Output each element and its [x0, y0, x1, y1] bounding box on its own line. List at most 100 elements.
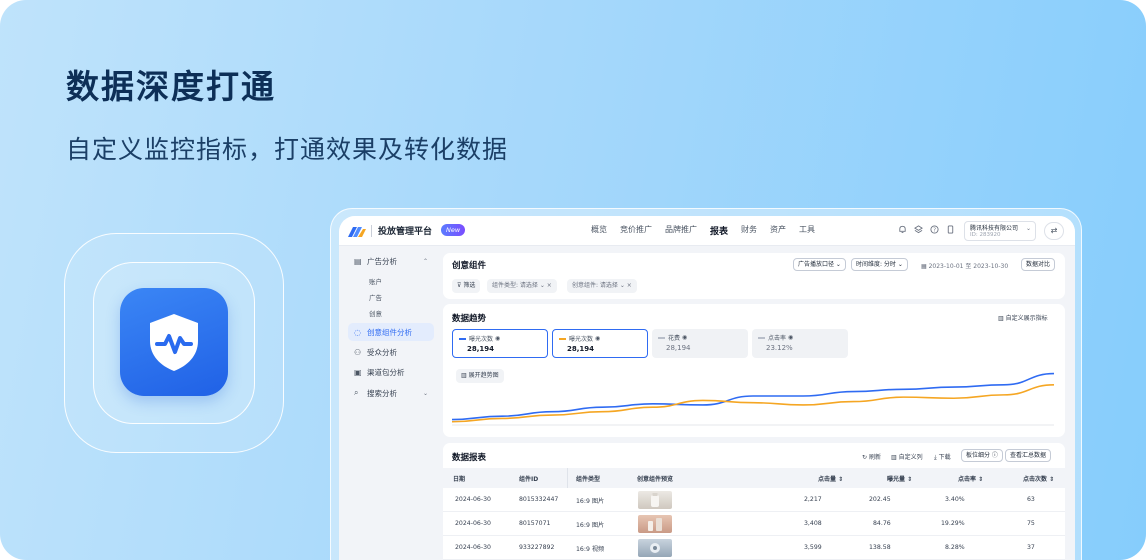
sidebar: ▤ 广告分析 ⌃ 账户 广告 创意 ◌ 创意组件分析 ⚇ 受众分析 ▣ 渠道包分…	[339, 246, 439, 560]
cell-clicks: 3,408	[804, 520, 822, 527]
custom-columns-label: 自定义列	[898, 454, 923, 461]
swap-icon[interactable]: ⇄	[1044, 222, 1064, 240]
table-row[interactable]: 2024-06-30 80157071 16:9 图片 3,408 84.76 …	[443, 512, 1065, 536]
phone-icon[interactable]	[945, 225, 955, 235]
account-switcher[interactable]: 腾讯科技有限公司 ID: 283920 ⌄	[964, 221, 1036, 241]
creative-component-chip[interactable]: 创意组件: 请选择 ⌄ ×	[567, 279, 637, 293]
account-id: ID: 283920	[970, 232, 1001, 238]
cell-id: 933227892	[519, 544, 555, 551]
custom-columns-button[interactable]: ▥ 自定义列	[891, 452, 923, 461]
column-header-impressions-label: 曝光量	[887, 476, 906, 483]
columns-icon: ▥	[891, 454, 899, 461]
sidebar-subitem-account[interactable]: 账户	[369, 276, 382, 286]
table-header: 日期 组件ID 组件类型 创意组件预览 点击量 ⇕ 曝光量 ⇕ 点击率 ⇕ 点击…	[443, 468, 1065, 488]
granularity-dropdown[interactable]: 时间维度: 分时 ⌄	[851, 258, 908, 271]
filter-title: 创意组件	[452, 261, 487, 271]
slot-breakdown-button[interactable]: 板位细分 ⓘ	[961, 449, 1003, 462]
help-icon[interactable]: ?	[929, 225, 939, 235]
granularity-dropdown-label: 时间维度: 分时	[856, 261, 896, 268]
sidebar-subitem-creative[interactable]: 创意	[369, 308, 382, 318]
summary-data-button[interactable]: 查看汇总数据	[1005, 449, 1052, 462]
top-bar: 投放管理平台 New 概览 竞价推广 品牌推广 报表 财务 资产 工具 ? 腾讯…	[339, 216, 1075, 246]
table-row[interactable]: 2024-06-30 8015332447 16:9 图片 2,217 202.…	[443, 488, 1065, 512]
column-header-id[interactable]: 组件ID	[519, 474, 538, 483]
cell-impressions: 202.45	[869, 496, 891, 503]
new-badge: New	[441, 224, 466, 236]
trend-title: 数据趋势	[452, 314, 487, 324]
sidebar-subitem-ad[interactable]: 广告	[369, 292, 382, 302]
column-header-date[interactable]: 日期	[453, 474, 465, 483]
table-row[interactable]: 2024-06-30 933227892 16:9 视频 3,599 138.5…	[443, 536, 1065, 560]
creative-thumbnail[interactable]	[638, 491, 672, 509]
nav-item-assets[interactable]: 资产	[770, 224, 786, 237]
svg-text:?: ?	[933, 227, 936, 233]
sidebar-item-label: 创意组件分析	[367, 327, 412, 337]
slot-breakdown-label: 板位细分	[966, 452, 991, 459]
series-line-2	[452, 384, 1054, 423]
compare-button-label: 数据对比	[1026, 261, 1051, 268]
caliber-dropdown[interactable]: 广告播放口径 ⌄	[793, 258, 846, 271]
metric-card[interactable]: 曝光次数 ◉ 28,194	[452, 329, 548, 358]
account-name: 腾讯科技有限公司	[970, 225, 1019, 232]
sidebar-item-audience[interactable]: ⚇ 受众分析	[348, 343, 434, 361]
metric-label: 点击率	[768, 335, 787, 342]
filter-button-label: 筛选	[463, 282, 476, 289]
nav-item-finance[interactable]: 财务	[741, 224, 757, 237]
cell-ctr: 3.40%	[945, 496, 965, 503]
metric-value: 28,194	[567, 345, 595, 353]
compare-button[interactable]: 数据对比	[1021, 258, 1056, 271]
component-type-chip[interactable]: 组件类型: 请选择 ⌄ ×	[487, 279, 557, 293]
nav-item-bidding[interactable]: 竞价推广	[620, 224, 652, 237]
sidebar-item-ad-analysis[interactable]: ▤ 广告分析 ⌃	[348, 252, 434, 270]
refresh-button[interactable]: ↻ 刷新	[862, 452, 881, 461]
metric-label: 曝光次数	[469, 336, 494, 343]
sidebar-item-creative-component[interactable]: ◌ 创意组件分析	[348, 323, 434, 341]
package-icon: ▣	[354, 367, 362, 377]
filter-button[interactable]: ⊽ 筛选	[452, 279, 481, 293]
cell-type: 16:9 图片	[576, 522, 605, 529]
nav-item-reports[interactable]: 报表	[710, 224, 728, 237]
nav-item-overview[interactable]: 概览	[591, 224, 607, 237]
info-icon: ◉	[594, 335, 601, 342]
series-swatch-icon	[758, 336, 765, 339]
cell-id: 80157071	[519, 520, 551, 527]
column-header-clicks-label: 点击量	[818, 476, 837, 483]
column-header-clicks[interactable]: 点击量 ⇕	[818, 474, 843, 483]
series-line-1	[452, 372, 1054, 421]
column-header-type[interactable]: 组件类型	[576, 474, 600, 483]
sidebar-item-search[interactable]: ⌕ 搜索分析 ⌄	[348, 384, 434, 402]
logo-icon	[348, 227, 366, 237]
layers-icon[interactable]	[913, 225, 923, 235]
sort-icon: ⇕	[1049, 476, 1055, 483]
metric-card[interactable]: 点击率 ◉ 23.12%	[752, 329, 848, 358]
column-header-preview[interactable]: 创意组件预览	[637, 474, 673, 483]
bell-icon[interactable]	[897, 225, 907, 235]
metric-card[interactable]: 曝光次数 ◉ 28,194	[552, 329, 648, 358]
nav-item-brand[interactable]: 品牌推广	[665, 224, 697, 237]
download-button[interactable]: ⤓ 下载	[934, 452, 951, 462]
creative-thumbnail[interactable]	[638, 515, 672, 533]
chevron-down-icon: ⌄	[422, 389, 428, 397]
cell-click-count: 63	[1027, 496, 1035, 503]
nav-item-tools[interactable]: 工具	[799, 224, 815, 237]
column-header-impressions[interactable]: 曝光量 ⇕	[887, 474, 912, 483]
creative-thumbnail[interactable]	[638, 539, 672, 557]
chevron-up-icon: ⌃	[422, 257, 428, 265]
date-range[interactable]: ▦ 2023-10-01 至 2023-10-30	[921, 261, 1008, 270]
info-icon: ◉	[681, 334, 688, 341]
hero-subtitle: 自定义监控指标，打通效果及转化数据	[66, 135, 509, 164]
people-icon: ⚇	[354, 347, 362, 357]
column-header-ctr[interactable]: 点击率 ⇕	[958, 474, 983, 483]
date-range-text: 2023-10-01 至 2023-10-30	[928, 263, 1009, 270]
cell-clicks: 3,599	[804, 544, 822, 551]
metric-card[interactable]: 花费 ◉ 28,194	[652, 329, 748, 358]
sidebar-item-channel[interactable]: ▣ 渠道包分析	[348, 363, 434, 381]
sidebar-item-label: 搜索分析	[367, 388, 397, 398]
refresh-icon: ↻	[862, 454, 869, 461]
main-nav: 概览 竞价推广 品牌推广 报表 财务 资产 工具	[591, 224, 828, 237]
cell-ctr: 19.29%	[941, 520, 965, 527]
custom-metric-button[interactable]: ▥ 自定义展示指标	[998, 313, 1048, 322]
column-header-click-count[interactable]: 点击次数 ⇕	[1023, 474, 1054, 483]
brand-name[interactable]: 投放管理平台	[378, 224, 432, 237]
chevron-down-icon: ⌄	[1025, 225, 1031, 232]
